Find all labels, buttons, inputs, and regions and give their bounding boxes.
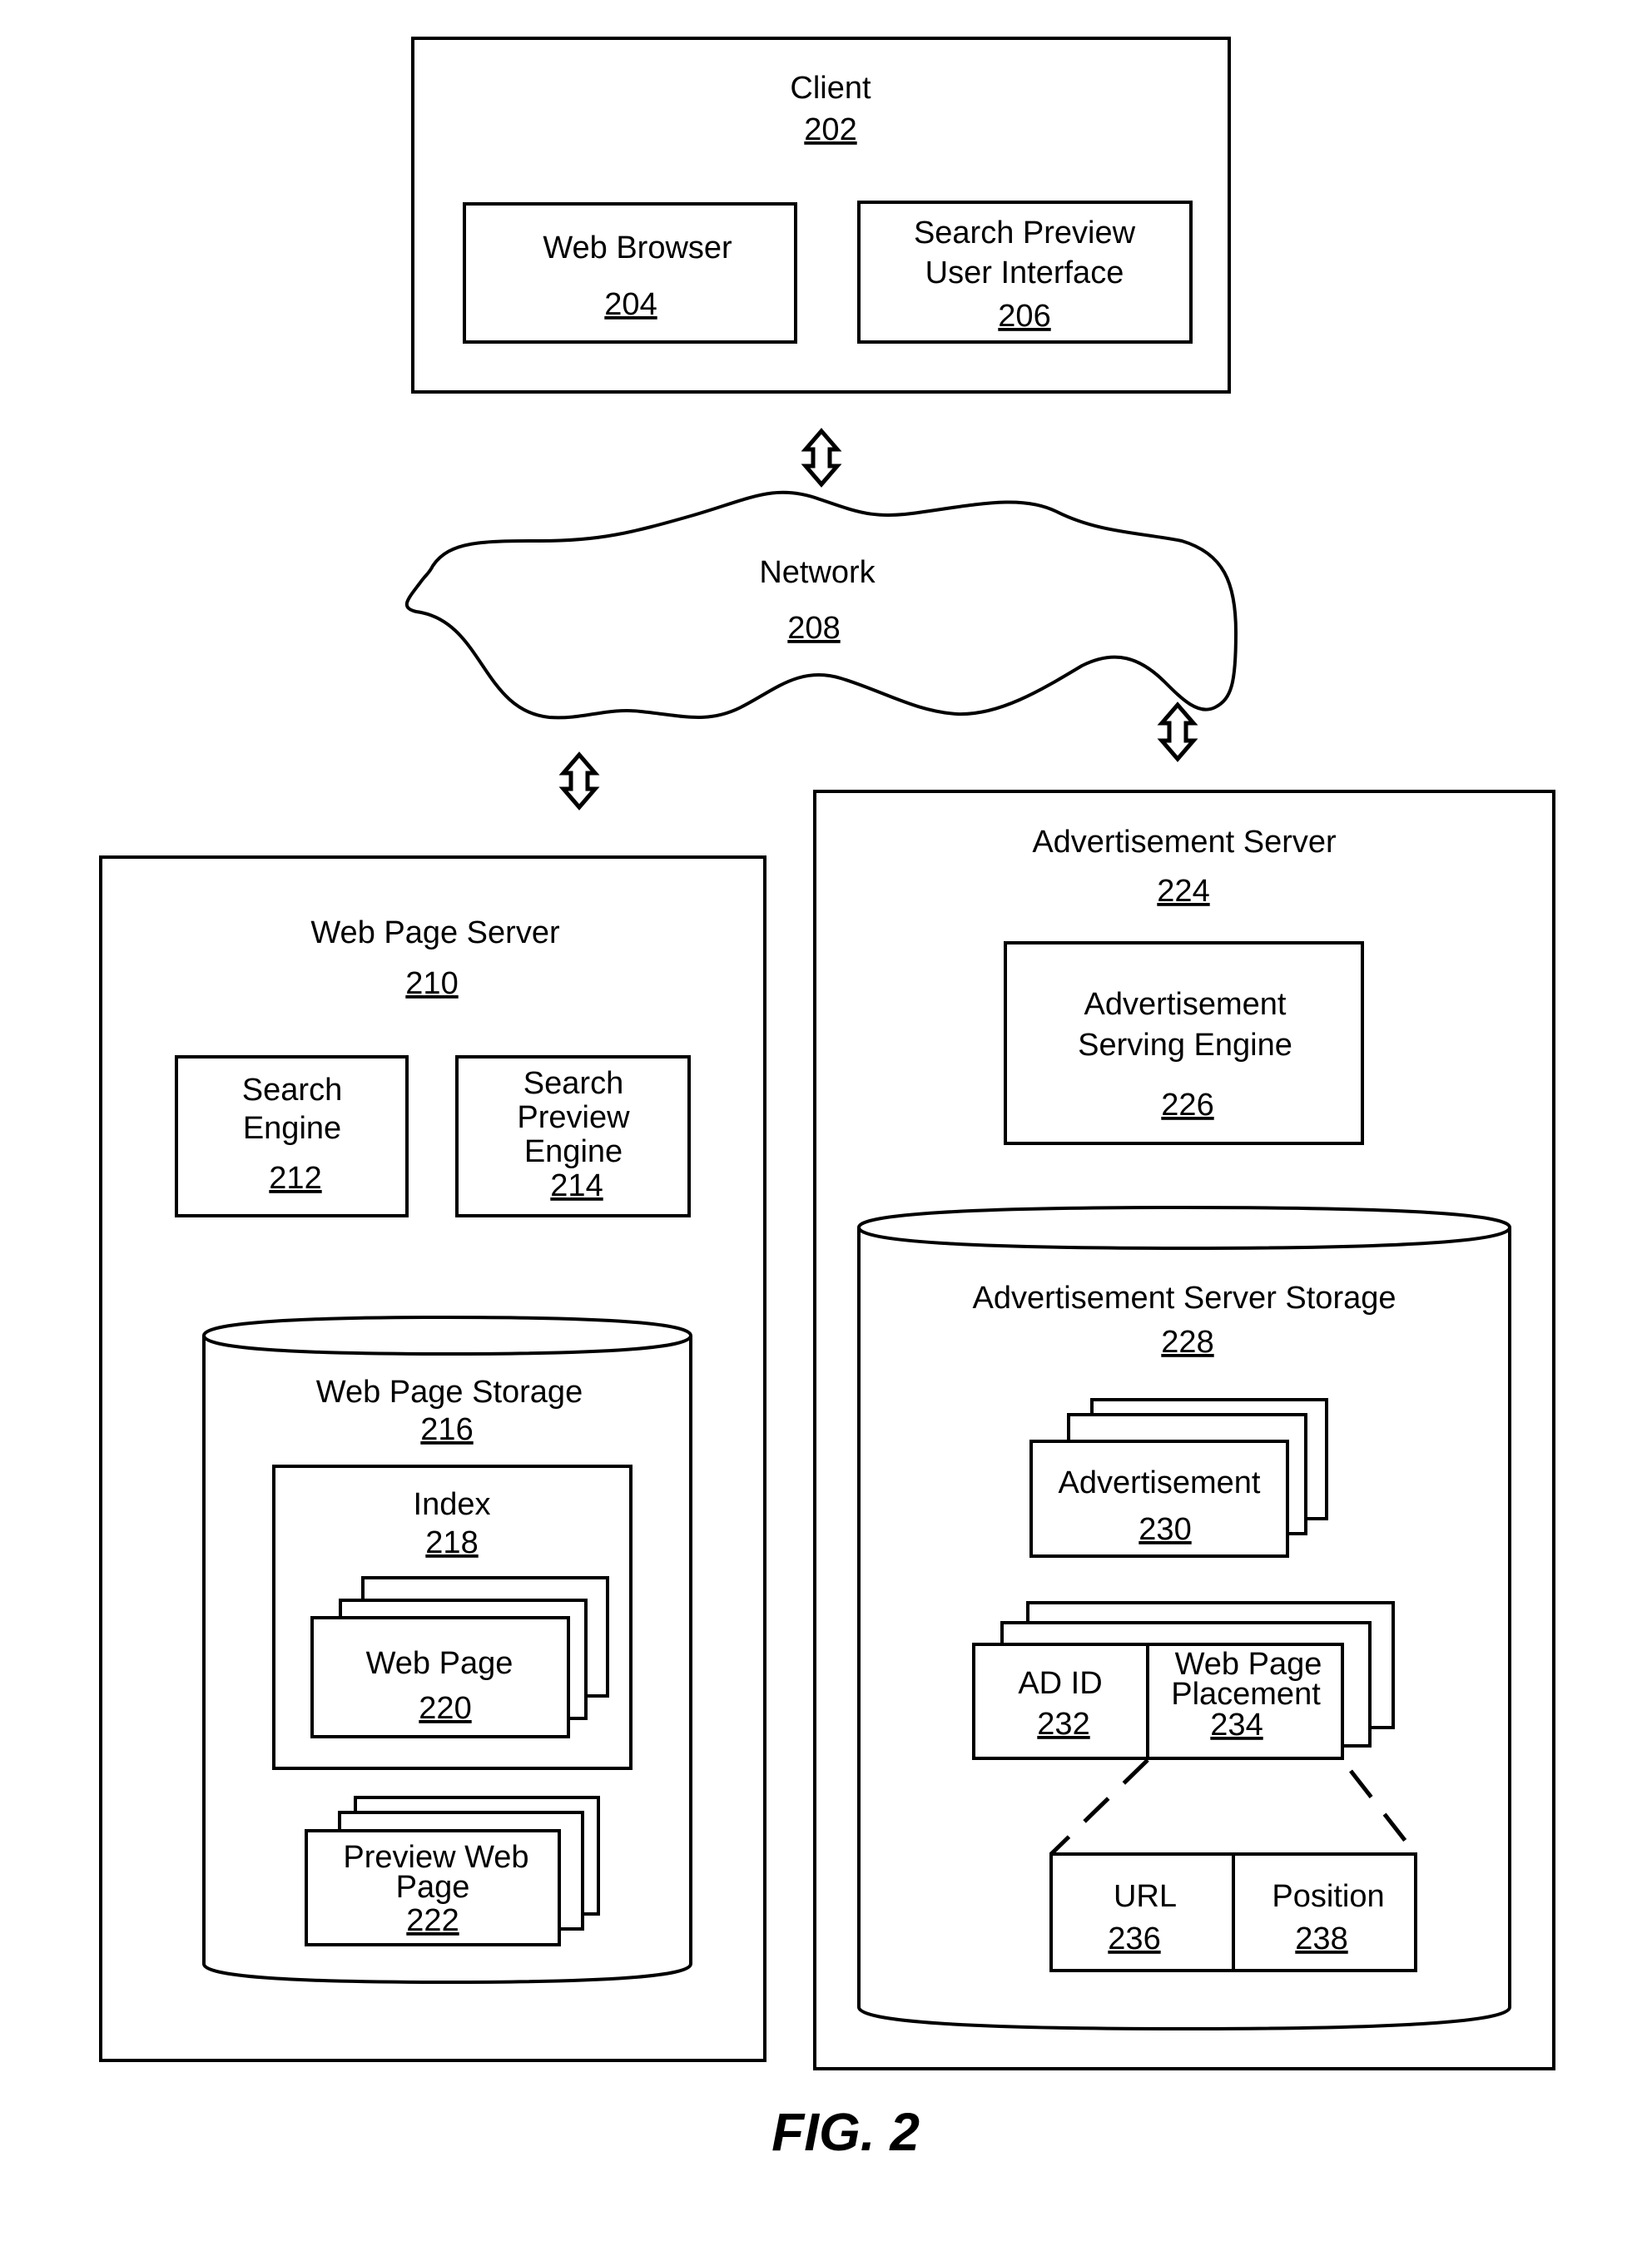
ad-server-block: Advertisement Server 224 Advertisement S…: [813, 790, 1555, 2070]
ad-id-title: AD ID: [1018, 1666, 1102, 1701]
ad-record-stack: AD ID 232 Web Page Placement 234: [972, 1601, 1395, 1760]
web-page-server-ref: 210: [405, 966, 458, 1001]
search-preview-engine-line-1: Search: [523, 1066, 623, 1101]
ad-server-storage-ref: 228: [1161, 1325, 1213, 1360]
search-preview-engine-line-2: Preview: [517, 1100, 630, 1135]
web-page-storage-ref: 216: [420, 1412, 473, 1447]
web-page-server-title: Web Page Server: [310, 915, 560, 950]
client-title: Client: [790, 71, 871, 106]
network-title: Network: [759, 555, 876, 590]
bidirectional-arrow-icon: [1157, 702, 1198, 762]
ad-server-title: Advertisement Server: [1032, 825, 1337, 860]
web-page-stack: Web Page 220: [310, 1576, 609, 1738]
preview-web-page-line-2: Page: [396, 1870, 470, 1905]
system-diagram: Client 202 Web Browser 204 Search Previe…: [99, 37, 1555, 2162]
ad-server-storage-cylinder: Advertisement Server Storage 228 Adverti…: [857, 1205, 1511, 2031]
client-ref: 202: [804, 112, 856, 147]
search-preview-engine-line-3: Engine: [524, 1134, 623, 1169]
ad-server-storage-title: Advertisement Server Storage: [972, 1281, 1396, 1316]
ad-serving-engine-line-1: Advertisement: [1084, 987, 1287, 1022]
web-page-title: Web Page: [366, 1646, 513, 1681]
index-title: Index: [414, 1487, 491, 1522]
ad-server-ref: 224: [1157, 874, 1209, 909]
advertisement-ref: 230: [1139, 1512, 1191, 1547]
search-engine-line-1: Search: [242, 1073, 342, 1108]
search-preview-engine-ref: 214: [550, 1168, 603, 1203]
url-ref: 236: [1108, 1921, 1160, 1956]
search-preview-ui-line-1: Search Preview: [914, 216, 1136, 250]
network-block: Network 208: [404, 490, 1238, 720]
advertisement-stack: Advertisement 230: [1029, 1398, 1328, 1558]
ad-serving-engine-line-2: Serving Engine: [1078, 1028, 1292, 1063]
web-browser-title: Web Browser: [543, 231, 732, 265]
advertisement-title: Advertisement: [1059, 1465, 1261, 1500]
search-preview-ui-ref: 206: [998, 299, 1050, 334]
client-block: Client 202 Web Browser 204 Search Previe…: [411, 37, 1231, 394]
search-engine-line-2: Engine: [243, 1111, 341, 1146]
bidirectional-arrow-icon: [801, 428, 842, 488]
web-page-ref: 220: [419, 1691, 471, 1726]
web-browser-ref: 204: [604, 287, 657, 322]
preview-web-page-stack: Preview Web Page 222: [305, 1796, 600, 1946]
figure-caption: FIG. 2: [771, 2102, 920, 2162]
placement-line-2: Placement: [1171, 1677, 1321, 1712]
web-page-server-block: Web Page Server 210 Search Engine 212 Se…: [99, 855, 766, 2062]
bidirectional-arrow-icon: [558, 751, 600, 811]
search-engine-ref: 212: [269, 1161, 321, 1196]
web-page-storage-title: Web Page Storage: [316, 1375, 583, 1410]
network-ref: 208: [787, 611, 840, 646]
preview-web-page-ref: 222: [406, 1903, 459, 1938]
placement-ref: 234: [1210, 1708, 1263, 1743]
network-cloud-icon: [404, 490, 1238, 720]
index-ref: 218: [425, 1525, 478, 1560]
ad-serving-engine-ref: 226: [1161, 1088, 1213, 1123]
web-page-storage-cylinder: Web Page Storage 216 Index 218 Web Page …: [202, 1315, 692, 1985]
placement-detail: URL 236 Position 238: [1049, 1852, 1417, 1972]
ad-id-ref: 232: [1037, 1707, 1089, 1742]
position-title: Position: [1272, 1879, 1384, 1914]
position-ref: 238: [1295, 1921, 1347, 1956]
url-title: URL: [1114, 1879, 1177, 1914]
search-preview-ui-line-2: User Interface: [925, 255, 1124, 290]
